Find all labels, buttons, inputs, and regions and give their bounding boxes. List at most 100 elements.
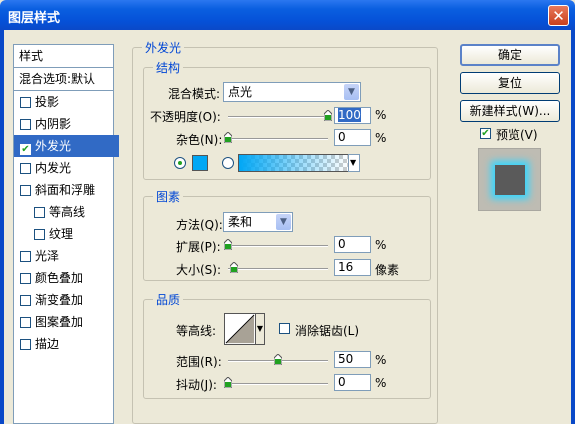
style-list-item-label: 等高线 bbox=[49, 205, 86, 219]
style-list-item-label: 渐变叠加 bbox=[35, 293, 84, 307]
title-bar[interactable]: 图层样式 ✕ bbox=[0, 0, 575, 30]
style-checkbox[interactable] bbox=[34, 207, 45, 218]
preview-checkbox[interactable]: ✔ bbox=[480, 128, 491, 139]
radio-selected-dot bbox=[178, 161, 182, 165]
style-list-item[interactable]: 投影 bbox=[14, 91, 119, 113]
chevron-down-icon: ▼ bbox=[256, 324, 264, 333]
size-label: 大小(S): bbox=[176, 263, 222, 277]
window-title: 图层样式 bbox=[8, 11, 61, 26]
style-list-item[interactable]: ✔ 外发光 bbox=[14, 135, 119, 157]
window-frame-right bbox=[571, 30, 575, 424]
chevron-down-icon: ▼ bbox=[350, 158, 357, 167]
jitter-label: 抖动(J): bbox=[176, 378, 217, 392]
size-slider[interactable] bbox=[228, 268, 328, 270]
preview-square bbox=[495, 165, 525, 195]
new-style-button[interactable]: 新建样式(W)... bbox=[460, 100, 560, 122]
antialias-checkbox[interactable] bbox=[279, 323, 290, 334]
style-list-item-label: 内阴影 bbox=[35, 117, 72, 131]
reset-button[interactable]: 复位 bbox=[460, 72, 560, 94]
noise-slider-thumb[interactable] bbox=[224, 132, 232, 143]
style-checkbox[interactable] bbox=[20, 119, 31, 130]
jitter-input[interactable]: 0 bbox=[334, 374, 371, 391]
style-list-item[interactable]: 纹理 bbox=[14, 223, 133, 245]
range-input[interactable]: 50 bbox=[334, 351, 371, 368]
style-list-item[interactable]: 斜面和浮雕 bbox=[14, 179, 119, 201]
style-list-item-label: 纹理 bbox=[49, 227, 74, 241]
close-button[interactable]: ✕ bbox=[548, 5, 569, 26]
size-slider-thumb[interactable] bbox=[230, 262, 238, 273]
opacity-slider[interactable] bbox=[228, 116, 328, 118]
close-icon: ✕ bbox=[552, 7, 565, 25]
style-list-item-label: 描边 bbox=[35, 337, 60, 351]
blend-mode-value: 点光 bbox=[228, 85, 253, 99]
style-checkbox[interactable] bbox=[20, 339, 31, 350]
style-list-item-label: 颜色叠加 bbox=[35, 271, 84, 285]
technique-label: 方法(Q): bbox=[176, 218, 223, 232]
glow-color-swatch[interactable] bbox=[192, 155, 208, 171]
spread-input[interactable]: 0 bbox=[334, 236, 371, 253]
quality-title: 品质 bbox=[153, 291, 184, 308]
panel-title: 外发光 bbox=[142, 39, 185, 56]
style-checkbox[interactable] bbox=[20, 295, 31, 306]
spread-unit: % bbox=[375, 238, 387, 252]
style-list-item[interactable]: 等高线 bbox=[14, 201, 133, 223]
style-list-item[interactable]: 图案叠加 bbox=[14, 311, 119, 333]
solid-color-radio[interactable] bbox=[174, 157, 186, 169]
structure-title: 结构 bbox=[153, 59, 184, 76]
size-input[interactable]: 16 bbox=[334, 259, 371, 276]
style-list-item[interactable]: 描边 bbox=[14, 333, 119, 355]
blend-mode-select[interactable]: 点光 ▼ bbox=[223, 82, 361, 102]
jitter-unit: % bbox=[375, 376, 387, 390]
style-list-item-label: 光泽 bbox=[35, 249, 60, 263]
style-checkbox[interactable] bbox=[20, 163, 31, 174]
gradient-dropdown[interactable]: ▼ bbox=[348, 154, 360, 172]
ok-button[interactable]: 确定 bbox=[460, 44, 560, 66]
jitter-slider-thumb[interactable] bbox=[224, 377, 232, 388]
technique-value: 柔和 bbox=[228, 215, 253, 229]
opacity-label: 不透明度(O): bbox=[150, 110, 221, 124]
glow-gradient-picker[interactable] bbox=[238, 154, 350, 172]
style-list-header[interactable]: 样式 bbox=[14, 45, 113, 68]
style-checkbox[interactable] bbox=[20, 185, 31, 196]
style-checkbox[interactable] bbox=[20, 251, 31, 262]
style-list-item[interactable]: 内阴影 bbox=[14, 113, 119, 135]
style-checkbox[interactable] bbox=[20, 317, 31, 328]
preview-label[interactable]: 预览(V) bbox=[496, 126, 538, 143]
jitter-slider[interactable] bbox=[228, 383, 328, 385]
opacity-slider-thumb[interactable] bbox=[324, 110, 332, 121]
size-unit: 像素 bbox=[375, 263, 400, 277]
style-list-item-label: 内发光 bbox=[35, 161, 72, 175]
style-preview-thumbnail bbox=[478, 148, 541, 211]
noise-unit: % bbox=[375, 131, 387, 145]
style-list-item-label: 外发光 bbox=[35, 139, 72, 153]
style-checkbox[interactable] bbox=[20, 97, 31, 108]
chevron-down-icon: ▼ bbox=[344, 84, 359, 100]
contour-preview[interactable] bbox=[224, 313, 256, 345]
style-list-item[interactable]: 光泽 bbox=[14, 245, 119, 267]
style-list-item[interactable]: 内发光 bbox=[14, 157, 119, 179]
spread-slider[interactable] bbox=[228, 245, 328, 247]
style-list-item-label: 投影 bbox=[35, 95, 60, 109]
opacity-value: 100 bbox=[338, 108, 361, 122]
opacity-unit: % bbox=[375, 108, 387, 122]
spread-slider-thumb[interactable] bbox=[224, 239, 232, 250]
style-list-item[interactable]: 渐变叠加 bbox=[14, 289, 119, 311]
contour-dropdown[interactable]: ▼ bbox=[256, 313, 265, 345]
style-checkbox[interactable]: ✔ bbox=[20, 144, 31, 155]
gradient-radio[interactable] bbox=[222, 157, 234, 169]
spread-label: 扩展(P): bbox=[176, 240, 221, 254]
style-list-item[interactable]: 颜色叠加 bbox=[14, 267, 119, 289]
antialias-label[interactable]: 消除锯齿(L) bbox=[295, 322, 359, 339]
technique-select[interactable]: 柔和 ▼ bbox=[223, 212, 293, 232]
blend-options-item[interactable]: 混合选项:默认 bbox=[14, 68, 113, 91]
style-list[interactable]: 样式 混合选项:默认 投影内阴影 ✔ 外发光内发光斜面和浮雕等高线纹理光泽颜色叠加渐… bbox=[13, 44, 119, 424]
noise-slider[interactable] bbox=[228, 138, 328, 140]
range-slider-thumb[interactable] bbox=[274, 354, 282, 365]
style-checkbox[interactable] bbox=[34, 229, 45, 240]
noise-input[interactable]: 0 bbox=[334, 129, 371, 146]
style-checkbox[interactable] bbox=[20, 273, 31, 284]
opacity-input[interactable]: 100 bbox=[334, 107, 371, 124]
blend-mode-label: 混合模式: bbox=[168, 87, 221, 101]
chevron-down-icon: ▼ bbox=[276, 214, 291, 230]
noise-label: 杂色(N): bbox=[176, 133, 223, 147]
